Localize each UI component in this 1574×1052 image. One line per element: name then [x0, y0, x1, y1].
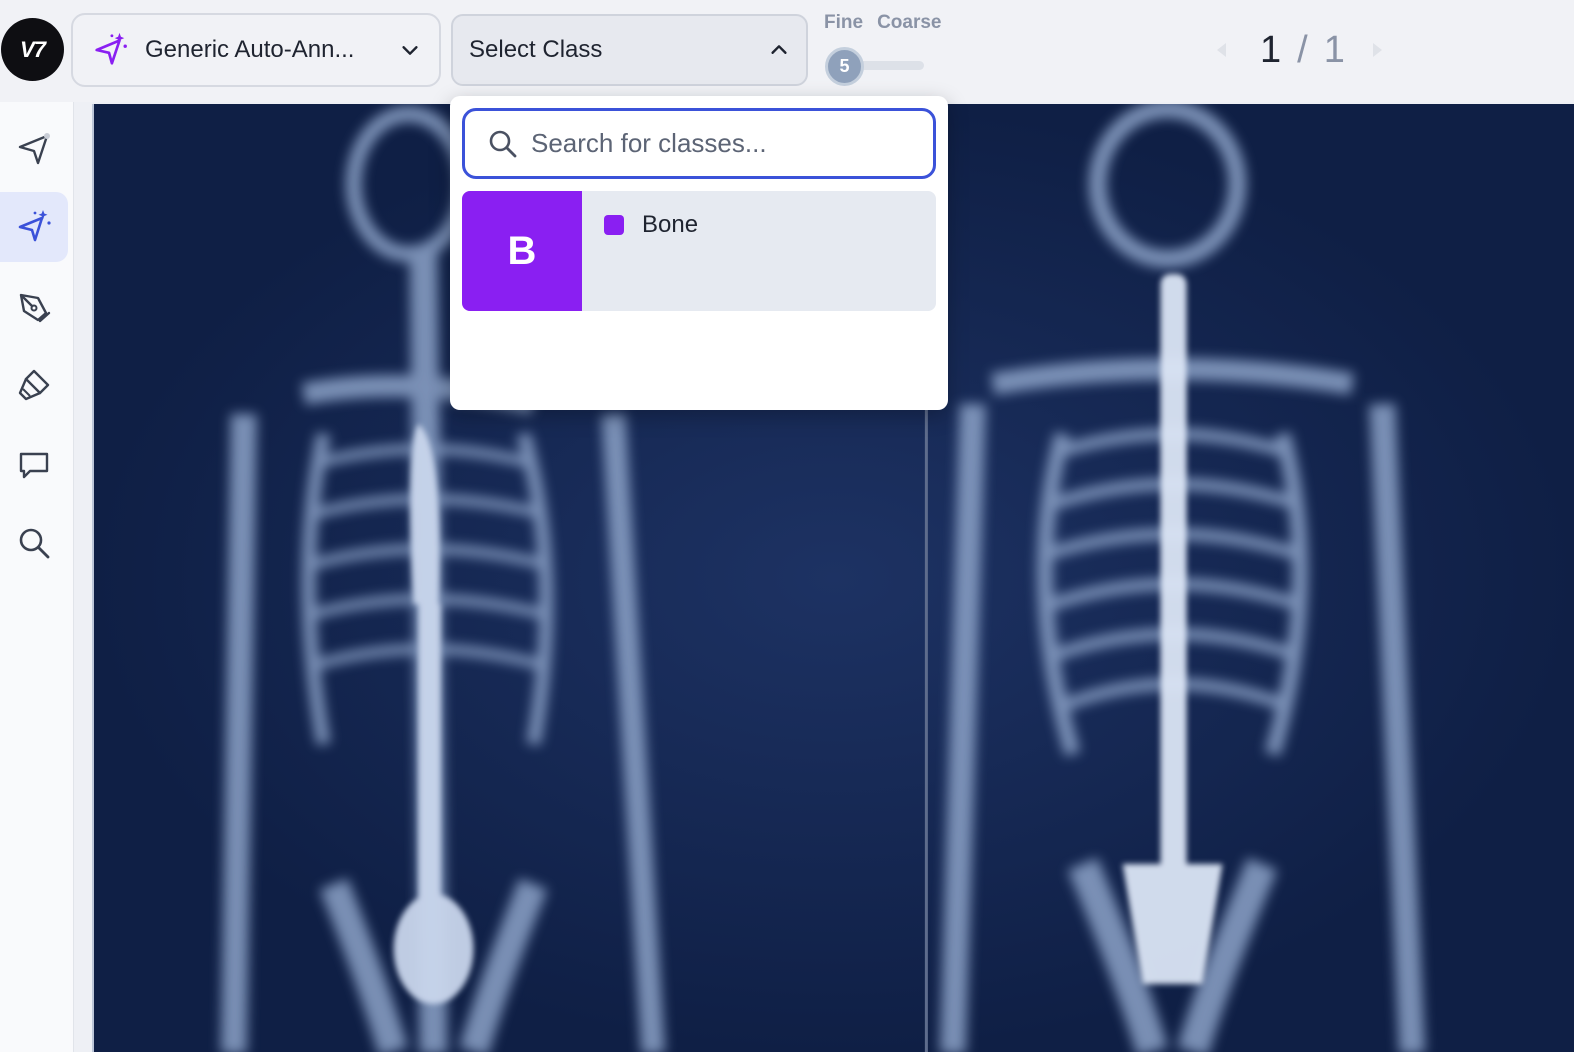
class-dropdown: B Bone [450, 96, 948, 410]
chevron-down-icon [402, 46, 418, 55]
auto-annotate-tool-button[interactable] [0, 192, 68, 262]
comment-tool-button[interactable] [0, 430, 68, 500]
slider-handle[interactable]: 5 [825, 47, 864, 86]
pager-total: 1 [1323, 28, 1345, 71]
class-name: Bone [642, 211, 699, 238]
search-icon [19, 528, 50, 559]
previous-arrow-icon[interactable] [1212, 40, 1232, 60]
comment-icon [19, 452, 49, 479]
sparkle-cursor-icon [18, 210, 51, 242]
auto-annotate-model-select[interactable]: Generic Auto-Ann... [71, 13, 441, 87]
model-select-label: Generic Auto-Ann... [145, 36, 355, 63]
chevron-up-icon [771, 45, 787, 54]
slider-fine-label: Fine [824, 12, 864, 33]
class-search-input[interactable] [531, 128, 911, 159]
class-select[interactable]: Select Class [451, 14, 808, 86]
cursor-arrow-icon [18, 133, 50, 165]
class-option-bone[interactable]: B Bone [462, 191, 936, 311]
zoom-tool-button[interactable] [0, 508, 68, 578]
slider-coarse-label: Coarse [877, 12, 942, 33]
class-select-label: Select Class [469, 36, 603, 63]
tool-rail [0, 102, 74, 1052]
top-toolbar: V7 Generic Auto-Ann... Select Class Fine… [0, 0, 1574, 102]
v7-logo[interactable]: V7 [1, 18, 64, 81]
brush-tool-button[interactable] [0, 350, 68, 420]
brush-icon [18, 369, 50, 401]
next-arrow-icon[interactable] [1367, 40, 1387, 60]
granularity-slider: Fine Coarse 5 [824, 12, 954, 92]
sparkle-cursor-icon [95, 32, 127, 65]
class-color-swatch [604, 215, 624, 235]
class-initial-tile: B [462, 191, 582, 311]
pen-icon [19, 293, 51, 323]
select-tool-button[interactable] [0, 114, 68, 184]
polygon-tool-button[interactable] [0, 272, 68, 342]
class-search-box[interactable] [462, 108, 936, 179]
pager-current: 1 [1260, 28, 1282, 71]
search-icon [489, 130, 517, 157]
pager-separator: / [1297, 28, 1308, 71]
image-pager: 1 / 1 [1212, 24, 1387, 76]
